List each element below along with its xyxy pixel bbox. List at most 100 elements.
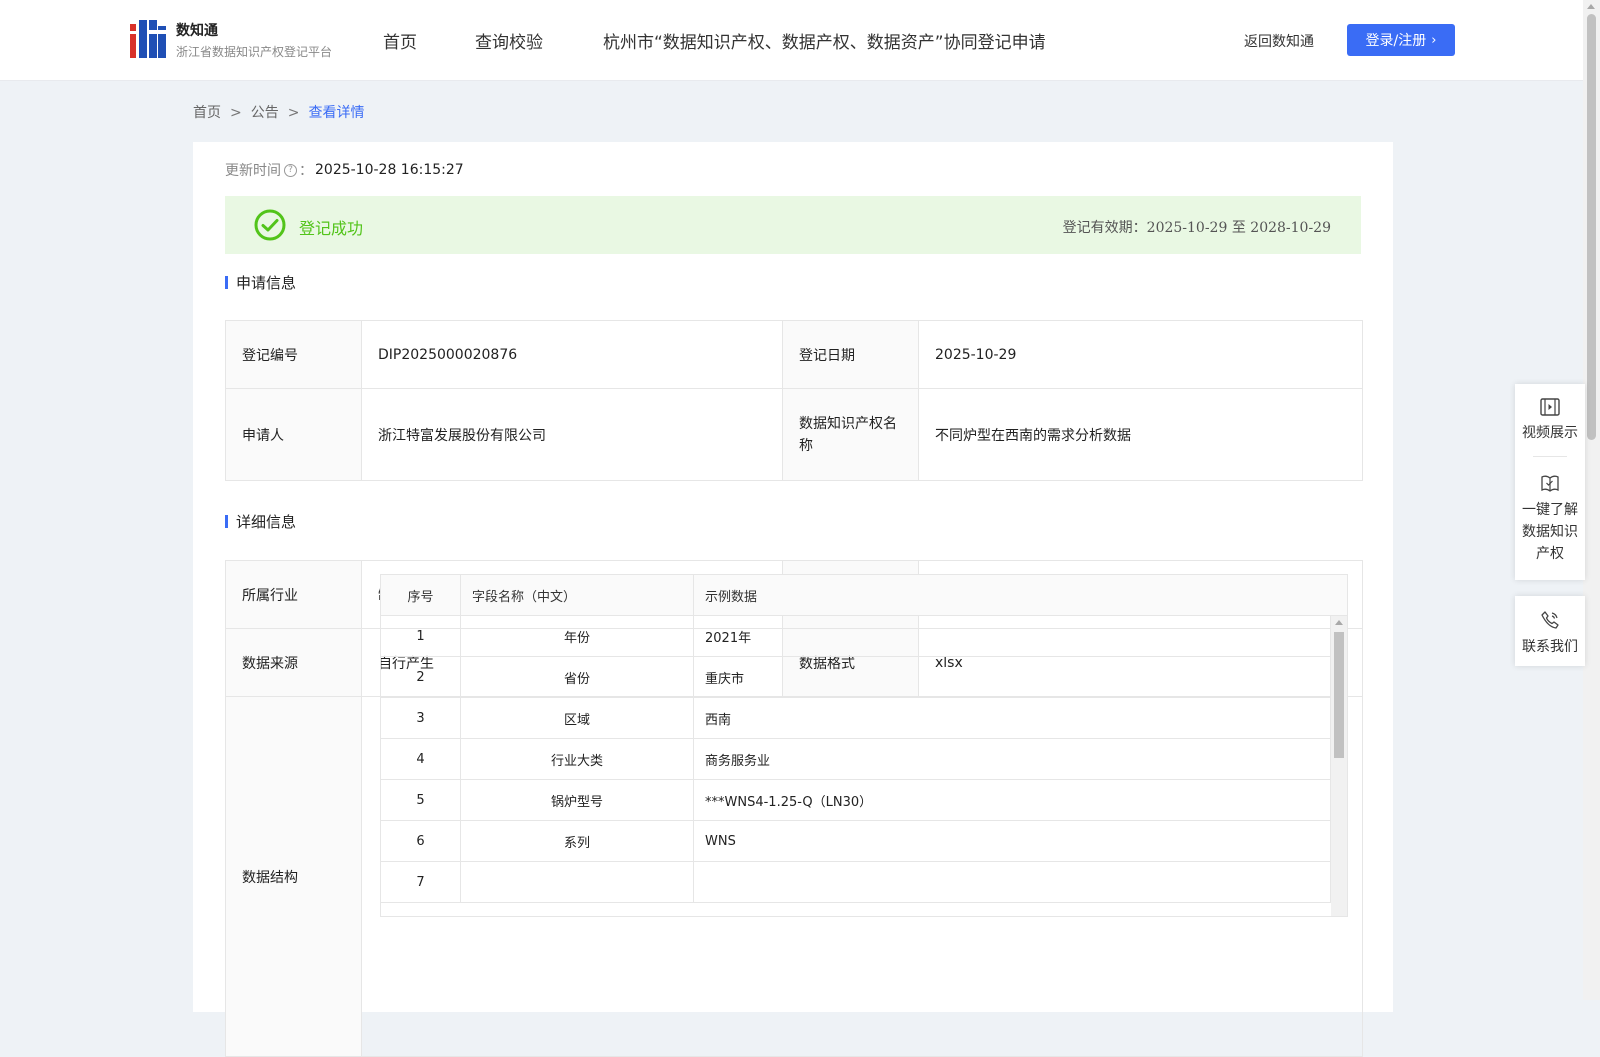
float-divider	[1533, 456, 1567, 457]
applicant-label: 申请人	[225, 388, 362, 481]
row-sample: 商务服务业	[705, 753, 771, 769]
row-sample: 2021年	[705, 630, 752, 646]
nav-home[interactable]: 首页	[383, 28, 417, 53]
logo-icon	[130, 20, 166, 58]
row-sample: ***WNS4-1.25-Q（LN30）	[705, 794, 873, 810]
video-showcase-label: 视频展示	[1522, 425, 1578, 441]
validity-period: 登记有效期：2025-10-29 至 2028-10-29	[1063, 217, 1331, 237]
col-index-header: 序号	[381, 575, 461, 615]
section-bar-icon	[225, 515, 228, 528]
industry-label: 所属行业	[225, 560, 362, 629]
page-scrollbar[interactable]	[1583, 0, 1600, 1000]
row-field: 系列	[461, 821, 694, 861]
structure-table-header: 序号 字段名称（中文） 示例数据	[381, 575, 1347, 616]
row-index: 1	[381, 616, 461, 656]
update-time-label: 更新时间	[225, 163, 281, 179]
video-showcase-button[interactable]: 视频展示	[1515, 398, 1585, 442]
breadcrumb-separator: >	[287, 105, 300, 121]
float-panel-bottom: 联系我们	[1515, 596, 1585, 666]
row-index: 6	[381, 821, 461, 861]
scroll-up-arrow-icon[interactable]	[1587, 4, 1595, 9]
structure-table-scrollbar[interactable]	[1331, 616, 1347, 916]
logo-subtitle: 浙江省数据知识产权登记平台	[176, 45, 333, 59]
scroll-up-arrow-icon[interactable]	[1335, 620, 1343, 625]
status-text: 登记成功	[299, 219, 364, 238]
detail-section-label: 详细信息	[236, 513, 297, 531]
applicant-value: 浙江特富发展股份有限公司	[361, 388, 783, 481]
row-index: 2	[381, 657, 461, 697]
breadcrumb-notice[interactable]: 公告	[251, 105, 279, 121]
status-banner: 登记成功 登记有效期：2025-10-29 至 2028-10-29	[225, 196, 1361, 254]
contact-us-button[interactable]: 联系我们	[1515, 610, 1585, 656]
top-header: 数知通 浙江省数据知识产权登记平台 首页 查询校验 杭州市“数据知识产权、数据产…	[0, 0, 1583, 81]
row-index: 5	[381, 780, 461, 820]
row-field: 省份	[461, 657, 694, 697]
reg-no-value: DIP2025000020876	[361, 320, 783, 389]
section-bar-icon	[225, 276, 228, 289]
table-row: 3 区域 西南	[381, 698, 1331, 739]
structure-scrollbar-thumb[interactable]	[1334, 632, 1344, 758]
contact-us-label: 联系我们	[1522, 639, 1578, 655]
row-sample: 西南	[705, 712, 732, 728]
table-row: 5 锅炉型号 ***WNS4-1.25-Q（LN30）	[381, 780, 1331, 821]
ip-name-label: 数据知识产权名称	[782, 388, 919, 481]
row-sample: 重庆市	[705, 671, 745, 687]
row-field: 区域	[461, 698, 694, 738]
row-index: 4	[381, 739, 461, 779]
ip-name-value: 不同炉型在西南的需求分析数据	[918, 388, 1363, 481]
back-to-main-link[interactable]: 返回数知通	[1244, 31, 1314, 51]
reg-date-label: 登记日期	[782, 320, 919, 389]
row-field	[461, 862, 694, 902]
col-field-header: 字段名称（中文）	[461, 575, 694, 615]
breadcrumb-current: 查看详情	[308, 105, 365, 121]
row-sample	[694, 862, 1330, 902]
structure-table-body[interactable]: 1 年份 2021年 2 省份 重庆市 3 区域 西南 4 行业大类 商务服务业…	[381, 616, 1347, 916]
learn-ip-button[interactable]: 一键了解数据知识产权	[1515, 473, 1585, 565]
structure-table: 序号 字段名称（中文） 示例数据 1 年份 2021年 2 省份 重庆市 3 区…	[380, 574, 1348, 917]
breadcrumb-separator: >	[230, 105, 242, 121]
chevron-right-icon: ›	[1431, 32, 1437, 48]
row-field: 行业大类	[461, 739, 694, 779]
nav-hangzhou-registration[interactable]: 杭州市“数据知识产权、数据产权、数据资产”协同登记申请	[603, 28, 1046, 53]
apply-section-label: 申请信息	[236, 274, 297, 292]
apply-info-table: 登记编号 DIP2025000020876 登记日期 2025-10-29 申请…	[225, 320, 1363, 481]
row-field: 锅炉型号	[461, 780, 694, 820]
video-icon	[1540, 398, 1560, 416]
check-circle-icon	[254, 209, 286, 241]
table-row: 2 省份 重庆市	[381, 657, 1331, 698]
detail-section-title: 详细信息	[225, 511, 296, 532]
update-time-value: 2025-10-28 16:15:27	[315, 162, 464, 178]
table-row: 7	[381, 862, 1331, 903]
row-field: 年份	[461, 616, 694, 656]
update-time-row: 更新时间 ? ： 2025-10-28 16:15:27	[225, 160, 464, 180]
validity-to-word: 至	[1231, 220, 1246, 236]
structure-label: 数据结构	[225, 696, 362, 1057]
apply-section-title: 申请信息	[225, 272, 296, 293]
nav-query[interactable]: 查询校验	[475, 28, 543, 53]
table-row: 4 行业大类 商务服务业	[381, 739, 1331, 780]
float-panel-top: 视频展示 一键了解数据知识产权	[1515, 384, 1585, 580]
page-scrollbar-thumb[interactable]	[1587, 14, 1596, 440]
login-register-button[interactable]: 登录/注册 ›	[1347, 24, 1455, 56]
table-row: 1 年份 2021年	[381, 616, 1331, 657]
row-index: 3	[381, 698, 461, 738]
validity-to: 2028-10-29	[1250, 220, 1331, 236]
col-sample-header: 示例数据	[705, 589, 758, 605]
phone-icon	[1541, 611, 1559, 629]
reg-date-value: 2025-10-29	[918, 320, 1363, 389]
question-icon[interactable]: ?	[284, 163, 297, 177]
table-row: 6 系列 WNS	[381, 821, 1331, 862]
update-time-colon: ：	[299, 163, 313, 179]
source-label: 数据来源	[225, 628, 362, 697]
row-sample: WNS	[705, 833, 736, 849]
learn-ip-label: 一键了解数据知识产权	[1522, 502, 1578, 562]
validity-label: 登记有效期：	[1062, 220, 1147, 236]
validity-from: 2025-10-29	[1146, 220, 1228, 236]
login-register-label: 登录/注册	[1365, 33, 1427, 49]
reg-no-label: 登记编号	[225, 320, 362, 389]
book-icon	[1541, 475, 1559, 492]
row-index: 7	[381, 862, 461, 902]
breadcrumb: 首页 > 公告 > 查看详情	[193, 102, 364, 122]
breadcrumb-home[interactable]: 首页	[193, 105, 221, 121]
logo-title: 数知通	[176, 23, 218, 39]
